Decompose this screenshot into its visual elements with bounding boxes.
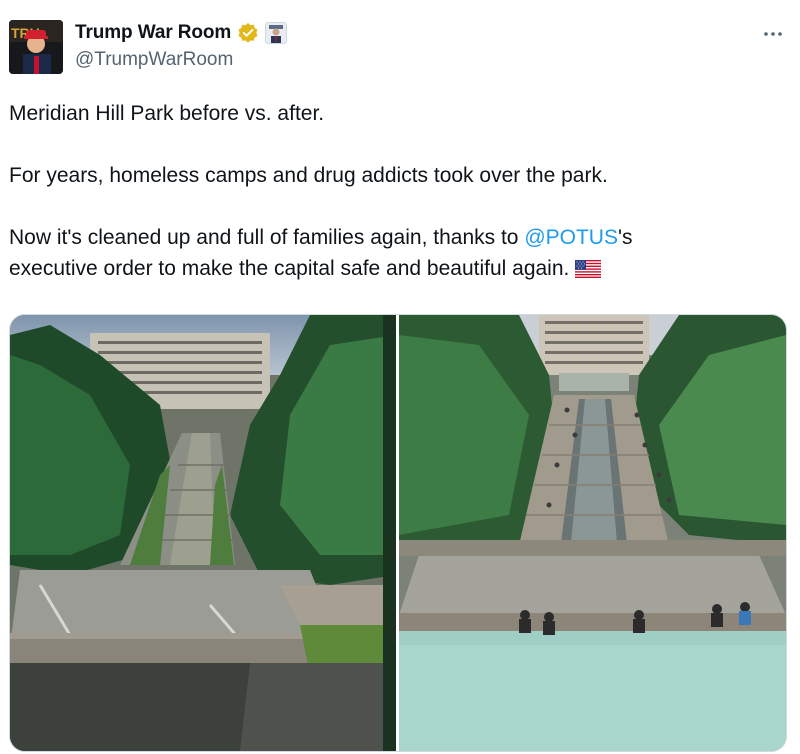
tweet-line-segment: Now it's cleaned up and full of families… — [9, 226, 525, 249]
tweet-line-segment: 's — [617, 226, 633, 249]
park-after-photo[interactable] — [399, 315, 786, 751]
media-grid — [9, 314, 787, 752]
tweet-line-segment: executive order to make the capital safe… — [9, 257, 570, 280]
user-handle[interactable]: @TrumpWarRoom — [75, 49, 233, 71]
tweet-line: Now it's cleaned up and full of families… — [9, 222, 779, 253]
avatar[interactable]: TRU — [9, 20, 63, 74]
tweet-text: Meridian Hill Park before vs. after. For… — [9, 98, 779, 284]
more-options-icon[interactable] — [761, 22, 785, 46]
name-row: Trump War Room — [75, 19, 288, 47]
tweet-line: executive order to make the capital safe… — [9, 253, 779, 284]
tweet-line: For years, homeless camps and drug addic… — [9, 164, 608, 187]
display-name[interactable]: Trump War Room — [75, 22, 231, 44]
mention-link[interactable]: @POTUS — [524, 226, 618, 249]
us-flag-icon — [575, 256, 602, 279]
photo-divider — [383, 315, 397, 751]
gold-verified-check-icon[interactable] — [237, 22, 259, 44]
affiliate-portrait-icon[interactable] — [265, 22, 288, 44]
tweet-line: Meridian Hill Park before vs. after. — [9, 102, 325, 125]
park-before-photo[interactable] — [10, 315, 396, 751]
